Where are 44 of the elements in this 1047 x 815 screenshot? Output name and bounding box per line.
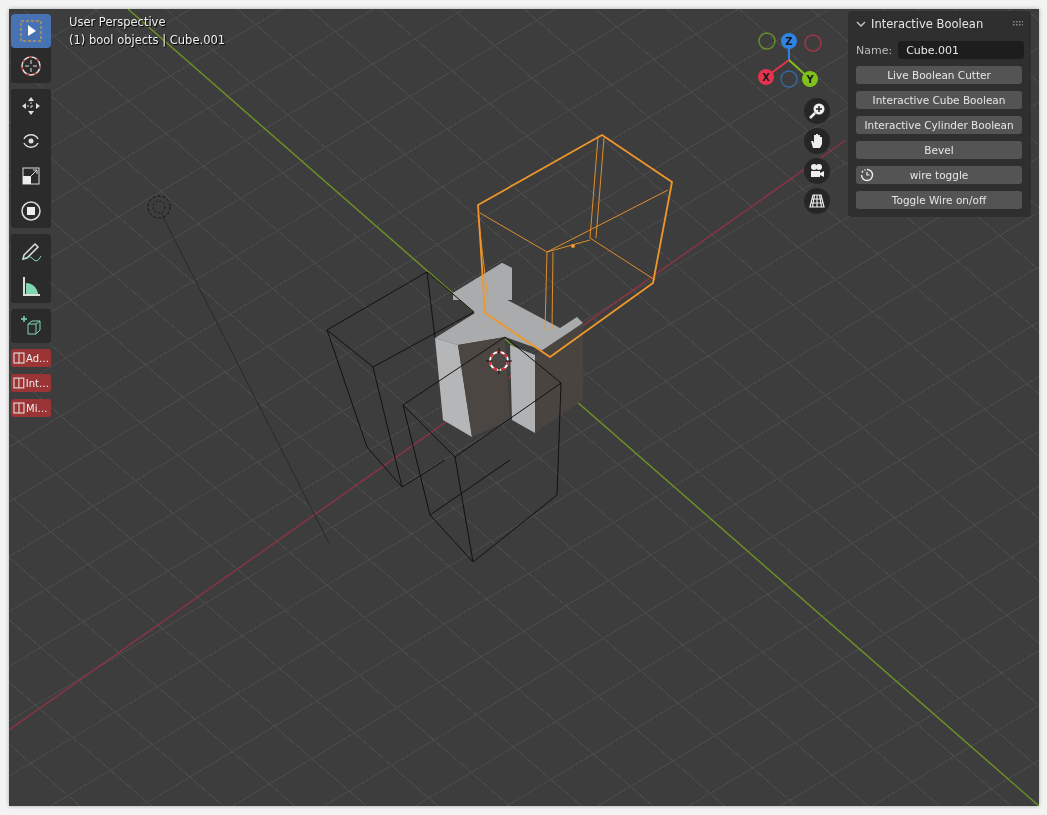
operator-button[interactable]: Bevel [856, 141, 1022, 159]
chevron-icon[interactable] [856, 19, 866, 29]
name-field[interactable]: Cube.001 [898, 41, 1025, 59]
axis-label: X [762, 72, 770, 83]
axis-gizmo-drawing[interactable] [758, 32, 822, 88]
select-box-icon [20, 20, 42, 42]
pencil-icon [20, 240, 42, 262]
pan-button[interactable] [804, 128, 830, 154]
name-label: Name: [856, 43, 893, 57]
drag-grip-icon[interactable] [1013, 21, 1023, 27]
grid-icon [808, 192, 826, 210]
cursor-icon [20, 55, 42, 77]
viewport-info-text: User Perspective [69, 14, 167, 30]
addon-tool-button[interactable]: Mi… [11, 399, 51, 417]
add-cube-icon [20, 315, 42, 337]
move-icon [20, 95, 42, 117]
camera-view-button[interactable] [804, 158, 830, 184]
viewport-info-text: (1) bool objects | Cube.001 [69, 32, 226, 48]
addon-tool-button[interactable]: Int… [11, 374, 51, 392]
axis-label: Y [806, 74, 814, 85]
zoom-button[interactable] [804, 98, 830, 124]
ortho-toggle-button[interactable] [804, 188, 830, 214]
cutter-wireframe-drawing[interactable] [326, 271, 562, 563]
addon-icon [13, 377, 25, 389]
addon-icon [13, 352, 25, 364]
zoom-icon [808, 102, 826, 120]
operator-button[interactable]: Toggle Wire on/off [856, 191, 1022, 209]
ruler-icon [20, 275, 42, 297]
scale-icon [20, 165, 42, 187]
operator-button[interactable]: Interactive Cube Boolean [856, 91, 1022, 109]
operator-button[interactable]: wire toggle [856, 166, 1022, 184]
selected-cube-wireframe-drawing[interactable] [477, 134, 673, 358]
timer-icon [860, 168, 874, 182]
3d-cursor-icon[interactable] [485, 347, 513, 375]
operator-button[interactable]: Live Boolean Cutter [856, 66, 1022, 84]
addon-tool-button[interactable]: Ad… [11, 349, 51, 367]
tool-button[interactable] [11, 309, 51, 343]
movie-camera-icon [808, 162, 826, 180]
axis-label: Z [785, 36, 793, 47]
operator-button[interactable]: Interactive Cylinder Boolean [856, 116, 1022, 134]
addon-icon [13, 402, 25, 414]
transform-icon [20, 200, 42, 222]
boolean-solid-drawing[interactable] [435, 263, 583, 437]
panel-title[interactable]: Interactive Boolean [871, 17, 1008, 31]
